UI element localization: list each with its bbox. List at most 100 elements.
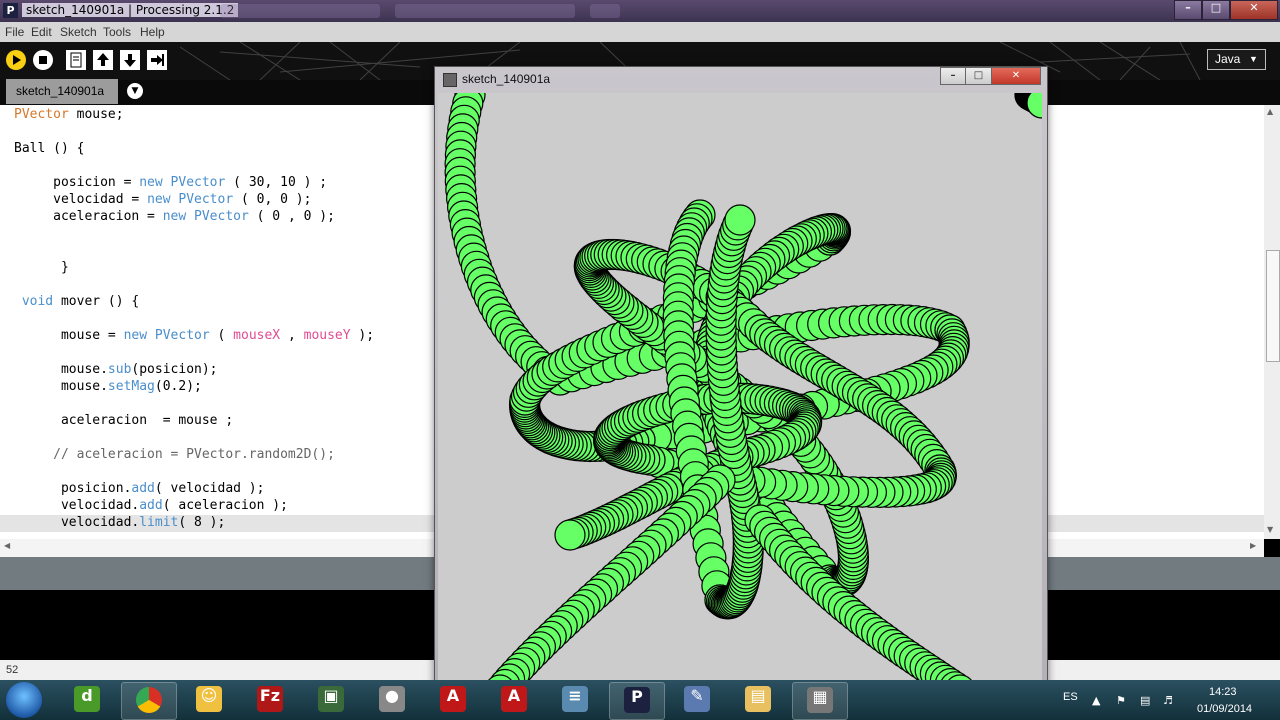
sketch-canvas[interactable] xyxy=(438,93,1042,683)
taskbar-app-terminal[interactable]: ▣ xyxy=(304,682,358,718)
menu-tools[interactable]: Tools xyxy=(103,25,131,39)
security-tray-icon[interactable]: ⚑ xyxy=(1116,694,1130,707)
menu-bar: File Edit Sketch Tools Help xyxy=(0,22,1280,42)
processing-icon: P xyxy=(624,687,650,713)
sketch-icon: ▦ xyxy=(807,687,833,713)
dreamweaver-icon: d xyxy=(74,686,100,712)
code-token: ( 0, 0 ); xyxy=(233,192,312,207)
sketch-window-icon xyxy=(443,73,457,87)
sketch-maximize-button[interactable]: □ xyxy=(965,67,992,85)
ball-trail-circle xyxy=(554,519,586,551)
sketch-window-title: sketch_140901a xyxy=(462,72,551,86)
taskbar-app-dreamweaver[interactable]: d xyxy=(60,682,114,718)
menu-help[interactable]: Help xyxy=(140,25,165,39)
close-button[interactable]: ✕ xyxy=(1230,0,1278,20)
taskbar-app-chrome[interactable] xyxy=(121,682,177,720)
code-line: PVector mouse; xyxy=(14,107,124,124)
background-browser-tab xyxy=(395,4,575,18)
taskbar-app-sound-app[interactable]: ● xyxy=(365,682,419,718)
code-token: ( 8 ); xyxy=(178,515,226,530)
network-tray-icon[interactable]: ▤ xyxy=(1140,694,1154,707)
volume-tray-icon[interactable]: ♬ xyxy=(1163,694,1177,707)
code-token: , xyxy=(280,328,304,343)
clock-date[interactable]: 01/09/2014 xyxy=(1197,703,1252,715)
code-line: Ball () { xyxy=(14,141,84,158)
menu-edit[interactable]: Edit xyxy=(31,25,52,39)
code-token: void xyxy=(21,294,54,309)
code-token: ( 0 , 0 ); xyxy=(248,209,335,224)
tab-menu-chevron-icon[interactable]: ▼ xyxy=(127,83,143,99)
background-browser-tab xyxy=(220,4,380,18)
taskbar-app-folder[interactable]: ▤ xyxy=(731,682,785,718)
taskbar-app-calculator[interactable]: ≡ xyxy=(548,682,602,718)
autocad-icon: A xyxy=(440,686,466,712)
folder-icon: ▤ xyxy=(745,686,771,712)
code-token: // aceleracion = PVector.random2D(); xyxy=(14,447,335,462)
ball-trail-circle xyxy=(1026,93,1042,119)
taskbar-app-file-manager[interactable]: ☺ xyxy=(182,682,236,718)
save-button[interactable] xyxy=(120,50,140,70)
code-token: mouseX xyxy=(233,328,281,343)
clock-time[interactable]: 14:23 xyxy=(1209,686,1237,698)
title-bar: P sketch_140901a | Processing 2.1.2 – □ … xyxy=(0,0,1280,22)
stop-button[interactable] xyxy=(33,50,53,70)
window-title: sketch_140901a | Processing 2.1.2 xyxy=(22,3,239,17)
code-token: PVector xyxy=(14,107,69,122)
background-browser-tab xyxy=(590,4,620,18)
code-token: setMag xyxy=(107,379,155,394)
export-button[interactable] xyxy=(147,50,167,70)
taskbar-app-autocad[interactable]: A xyxy=(487,682,541,718)
terminal-icon: ▣ xyxy=(318,686,344,712)
code-token: PVector xyxy=(178,192,234,207)
taskbar-app-paint[interactable]: ✎ xyxy=(670,682,724,718)
code-token: aceleracion = xyxy=(14,209,163,224)
code-token: mouse. xyxy=(14,362,108,377)
open-button[interactable] xyxy=(93,50,113,70)
taskbar-app-processing[interactable]: P xyxy=(609,682,665,720)
code-line: mouse = new PVector ( mouseX , mouseY ); xyxy=(14,328,374,345)
tab-sketch[interactable]: sketch_140901a xyxy=(6,79,118,104)
menu-file[interactable]: File xyxy=(5,25,24,39)
calculator-icon: ≡ xyxy=(562,686,588,712)
code-token: limit xyxy=(139,515,179,530)
code-token: new xyxy=(123,328,148,343)
editor-scroll-thumb[interactable] xyxy=(1266,250,1280,362)
code-line: aceleracion = mouse ; xyxy=(14,413,233,430)
menu-sketch[interactable]: Sketch xyxy=(60,25,97,39)
code-token: Ball () { xyxy=(14,141,85,156)
scroll-down-icon[interactable]: ▼ xyxy=(1267,525,1273,534)
code-token: mouse. xyxy=(14,379,108,394)
minimize-button[interactable]: – xyxy=(1174,0,1202,20)
file-manager-icon: ☺ xyxy=(196,686,222,712)
sound-app-icon: ● xyxy=(379,686,405,712)
scroll-left-icon[interactable]: ◀ xyxy=(4,541,10,550)
taskbar-app-filezilla[interactable]: Fz xyxy=(243,682,297,718)
code-token: velocidad. xyxy=(14,515,140,530)
taskbar-app-sketch[interactable]: ▦ xyxy=(792,682,848,720)
mode-selector[interactable]: Java ▼ xyxy=(1207,49,1266,70)
code-token: } xyxy=(14,260,69,275)
code-line: velocidad = new PVector ( 0, 0 ); xyxy=(14,192,311,209)
code-token: (0.2); xyxy=(154,379,202,394)
code-token: ( velocidad ); xyxy=(154,481,265,496)
code-line: posicion.add( velocidad ); xyxy=(14,481,265,498)
sketch-close-button[interactable]: ✕ xyxy=(991,67,1041,85)
code-token: ); xyxy=(350,328,375,343)
new-sketch-button[interactable] xyxy=(66,50,86,70)
run-button[interactable] xyxy=(6,50,26,70)
code-line: void mover () { xyxy=(14,294,139,311)
scroll-right-icon[interactable]: ▶ xyxy=(1250,541,1256,550)
sketch-minimize-button[interactable]: – xyxy=(940,67,966,85)
code-token: sub xyxy=(107,362,132,377)
start-button[interactable] xyxy=(6,682,42,718)
tray-expand-icon[interactable]: ▲ xyxy=(1092,694,1106,707)
language-indicator[interactable]: ES xyxy=(1063,691,1078,703)
scroll-up-icon[interactable]: ▲ xyxy=(1267,107,1273,116)
ball-trail-circle xyxy=(724,204,756,236)
taskbar-app-autocad[interactable]: A xyxy=(426,682,480,718)
maximize-button[interactable]: □ xyxy=(1202,0,1230,20)
mode-label: Java xyxy=(1215,52,1241,66)
